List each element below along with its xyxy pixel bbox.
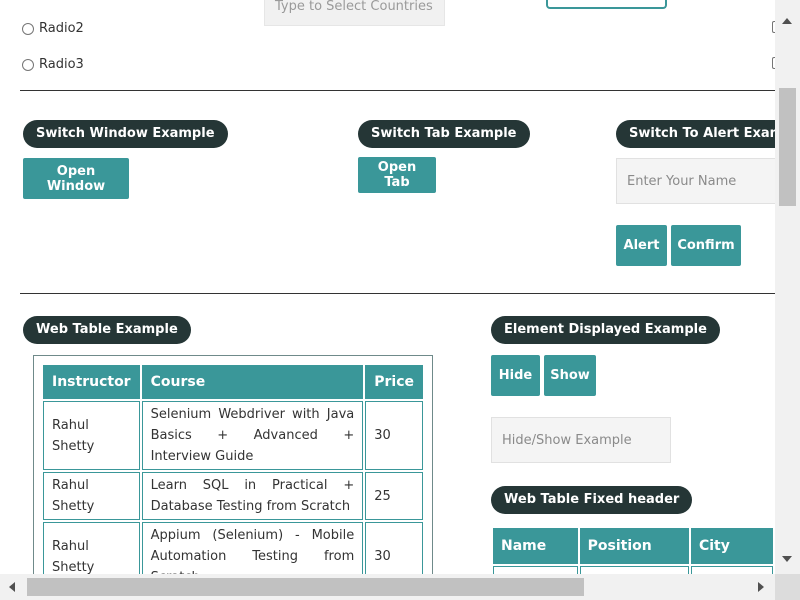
web-table: Instructor Course Price Rahul Shetty Sel… bbox=[41, 363, 425, 574]
scroll-right-arrow-icon[interactable] bbox=[758, 582, 764, 592]
open-tab-button[interactable]: Open Tab bbox=[358, 157, 436, 193]
divider bbox=[20, 293, 775, 294]
fixed-header-table: Name Position City bbox=[491, 526, 775, 574]
web-table-legend: Web Table Example bbox=[23, 316, 191, 344]
hide-button[interactable]: Hide bbox=[491, 355, 540, 396]
country-autocomplete-input[interactable]: Type to Select Countries bbox=[264, 0, 445, 26]
table-cell: Learn SQL in Practical + Database Testin… bbox=[141, 472, 364, 520]
table-row: Rahul Shetty Learn SQL in Practical + Da… bbox=[43, 472, 423, 520]
fixed-header-legend: Web Table Fixed header bbox=[491, 486, 693, 514]
column-header: Price bbox=[365, 365, 423, 399]
table-header-row: Instructor Course Price bbox=[43, 365, 423, 399]
radio-option-3[interactable]: Radio3 bbox=[22, 57, 84, 72]
table-cell bbox=[493, 566, 578, 574]
switch-tab-legend: Switch Tab Example bbox=[358, 120, 530, 148]
table-cell: 25 bbox=[365, 472, 423, 520]
radio-button[interactable] bbox=[22, 22, 34, 35]
vertical-scrollbar[interactable] bbox=[775, 0, 800, 574]
page-content: Radio2 Radio3 Type to Select Countries S… bbox=[0, 0, 775, 574]
column-header: Instructor bbox=[43, 365, 140, 399]
vertical-scroll-thumb[interactable] bbox=[779, 88, 796, 206]
confirm-button[interactable]: Confirm bbox=[671, 225, 741, 266]
dropdown-select[interactable] bbox=[546, 0, 667, 9]
scrollbar-corner bbox=[775, 574, 800, 600]
table-cell: Rahul Shetty bbox=[43, 522, 140, 574]
radio-label: Radio3 bbox=[39, 57, 84, 72]
column-header: City bbox=[690, 528, 773, 564]
scroll-left-arrow-icon[interactable] bbox=[9, 582, 15, 592]
switch-window-legend: Switch Window Example bbox=[23, 120, 228, 148]
scroll-down-arrow-icon[interactable] bbox=[782, 556, 792, 562]
alert-button[interactable]: Alert bbox=[616, 225, 667, 266]
scroll-up-arrow-icon[interactable] bbox=[782, 18, 792, 24]
divider bbox=[20, 90, 775, 91]
radio-option-2[interactable]: Radio2 bbox=[22, 21, 84, 36]
table-header-row: Name Position City bbox=[493, 528, 773, 564]
column-header: Course bbox=[141, 365, 364, 399]
table-cell: Appium (Selenium) - Mobile Automation Te… bbox=[141, 522, 364, 574]
show-button[interactable]: Show bbox=[544, 355, 596, 396]
switch-alert-legend: Switch To Alert Example bbox=[616, 120, 775, 148]
table-cell: 30 bbox=[365, 401, 423, 470]
table-row: Rahul Shetty Appium (Selenium) - Mobile … bbox=[43, 522, 423, 574]
horizontal-scrollbar[interactable] bbox=[0, 574, 775, 600]
open-window-button[interactable]: Open Window bbox=[23, 158, 129, 199]
radio-label: Radio2 bbox=[39, 21, 84, 36]
column-header: Position bbox=[579, 528, 689, 564]
column-header: Name bbox=[493, 528, 578, 564]
table-row bbox=[493, 566, 773, 574]
hide-show-input[interactable]: Hide/Show Example bbox=[491, 417, 671, 463]
table-cell: Selenium Webdriver with Java Basics + Ad… bbox=[141, 401, 364, 470]
element-displayed-legend: Element Displayed Example bbox=[491, 316, 720, 344]
table-row: Rahul Shetty Selenium Webdriver with Jav… bbox=[43, 401, 423, 470]
table-cell bbox=[690, 566, 773, 574]
table-cell: Rahul Shetty bbox=[43, 401, 140, 470]
name-input[interactable]: Enter Your Name bbox=[616, 158, 775, 204]
horizontal-scroll-thumb[interactable] bbox=[27, 578, 584, 596]
table-cell: 30 bbox=[365, 522, 423, 574]
table-cell: Rahul Shetty bbox=[43, 472, 140, 520]
table-cell bbox=[579, 566, 689, 574]
radio-button[interactable] bbox=[22, 58, 34, 71]
